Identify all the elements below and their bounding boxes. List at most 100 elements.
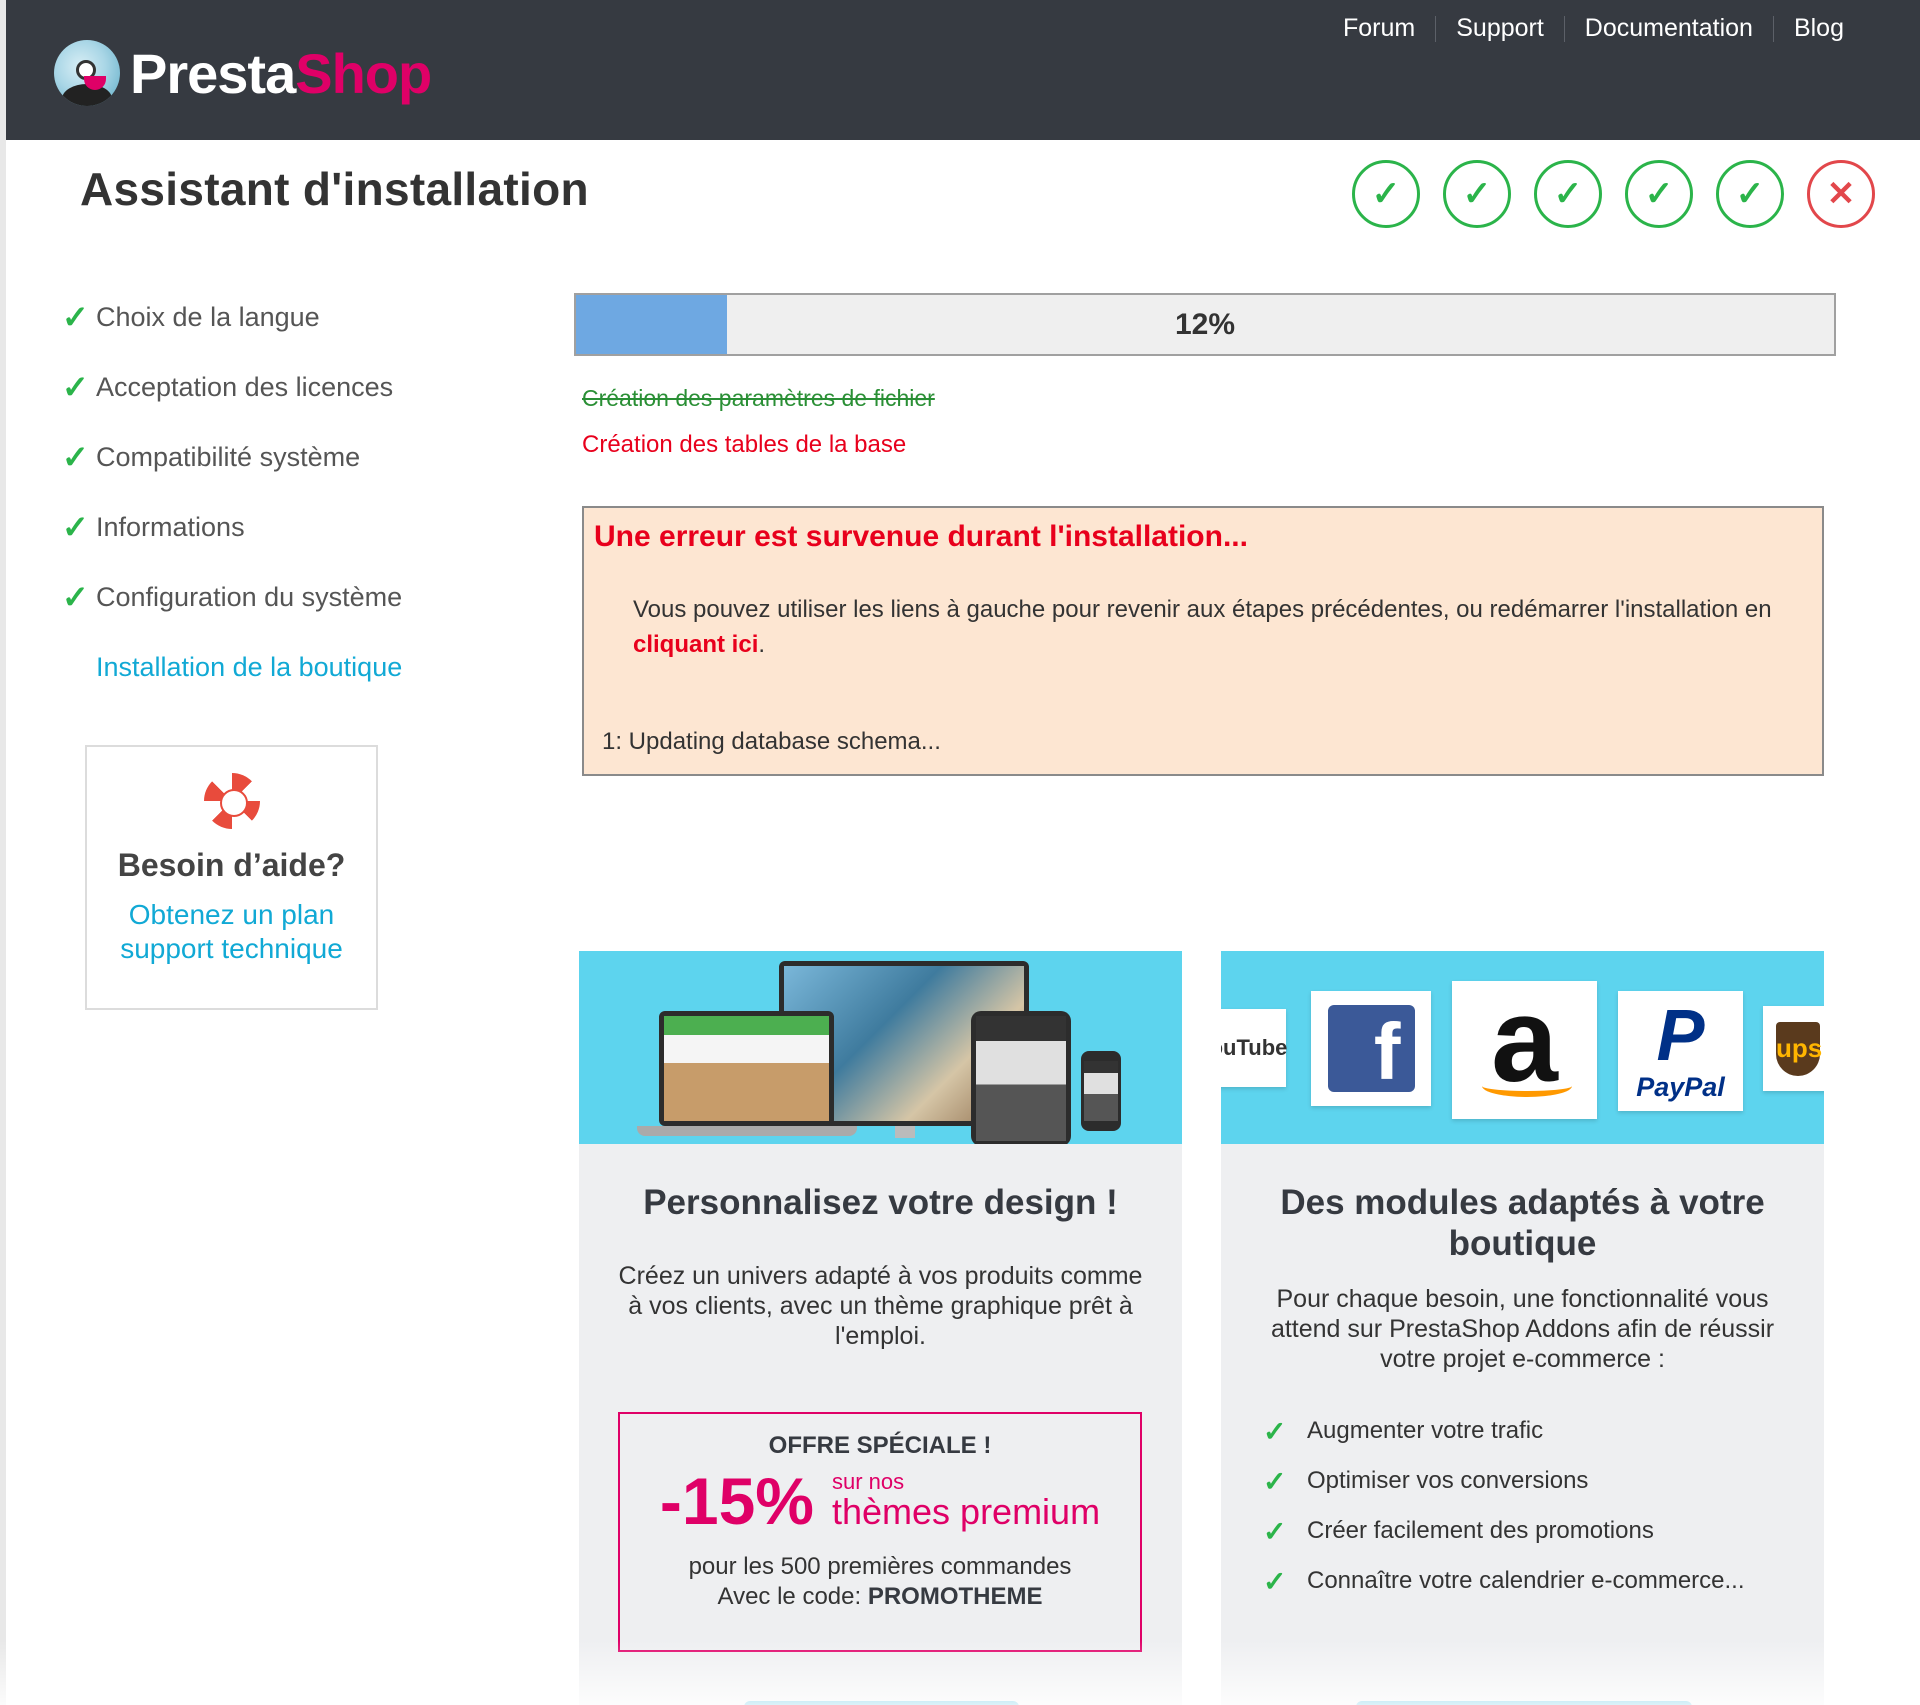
logo-text-shop: Shop [295, 41, 432, 105]
check-icon: ✓ [1263, 1515, 1287, 1547]
list-item: ✓ Optimiser vos conversions [1263, 1456, 1745, 1506]
feature-label: Optimiser vos conversions [1307, 1467, 1589, 1494]
step-2-check-icon: ✓ [1443, 160, 1511, 228]
step-indicator: ✓ ✓ ✓ ✓ ✓ ✕ [1352, 160, 1875, 228]
sidebar-item-compatibilite[interactable]: ✓ Compatibilité système [62, 422, 462, 492]
feature-label: Connaître votre calendrier e-commerce... [1307, 1567, 1745, 1594]
amazon-smile [1482, 1075, 1572, 1097]
error-title: Une erreur est survenue durant l'install… [594, 520, 1248, 553]
ups-logo-icon: ups [1763, 1006, 1824, 1091]
offer-percent: -15% [659, 1464, 814, 1538]
feature-label: Créer facilement des promotions [1307, 1517, 1654, 1544]
sidebar-item-informations[interactable]: ✓ Informations [62, 492, 462, 562]
check-icon: ✓ [62, 299, 89, 335]
sidebar-item-label: Informations [96, 511, 245, 542]
list-item: ✓ Connaître votre calendrier e-commerce..… [1263, 1556, 1745, 1606]
error-message: Vous pouvez utiliser les liens à gauche … [633, 592, 1803, 662]
logo-text-presta: Presta [130, 41, 296, 105]
check-icon: ✓ [1263, 1565, 1287, 1597]
nav-documentation[interactable]: Documentation [1565, 14, 1773, 43]
promo-card-design: Personnalisez votre design ! Créez un un… [579, 951, 1182, 1705]
bottom-fade [0, 1640, 1920, 1705]
error-message-text: Vous pouvez utiliser les liens à gauche … [633, 596, 1772, 623]
nav-support[interactable]: Support [1436, 14, 1564, 43]
logo-wordmark: PrestaShop [130, 41, 432, 106]
offer-code-label: Avec le code: [717, 1583, 868, 1610]
offer-side-text: sur nos thèmes premium [832, 1471, 1100, 1531]
offer-line1: pour les 500 premières commandes [688, 1553, 1072, 1580]
sidebar-item-configuration[interactable]: ✓ Configuration du système [62, 562, 462, 632]
phone-icon [1081, 1051, 1121, 1131]
window-edge [0, 0, 6, 1705]
error-message-end: . [758, 631, 766, 658]
feature-list: ✓ Augmenter votre trafic ✓ Optimiser vos c… [1263, 1406, 1745, 1606]
paypal-text: PayPal [1636, 1071, 1725, 1102]
laptop-base [637, 1126, 857, 1136]
ups-text: ups [1776, 1021, 1822, 1076]
sidebar-item-langue[interactable]: ✓ Choix de la langue [62, 282, 462, 352]
modules-text: Pour chaque besoin, une fonctionnalité v… [1270, 1285, 1775, 1373]
sidebar-item-label: Compatibilité système [96, 441, 361, 472]
nav-blog[interactable]: Blog [1774, 14, 1864, 43]
promo-card-modules: ouTube f a P PayPal ups Des modules adap… [1221, 951, 1824, 1705]
check-icon: ✓ [62, 369, 89, 405]
step-1-check-icon: ✓ [1352, 160, 1420, 228]
top-navigation: Forum Support Documentation Blog [1323, 14, 1864, 43]
step-5-check-icon: ✓ [1716, 160, 1784, 228]
facebook-logo-icon: f [1311, 991, 1431, 1106]
step-6-error-x-icon: ✕ [1807, 160, 1875, 228]
prestashop-logo[interactable]: PrestaShop [54, 40, 432, 106]
completed-step-text: Création des paramètres de fichier [582, 385, 935, 411]
laptop-icon [659, 1011, 834, 1126]
sidebar-item-label: Acceptation des licences [96, 371, 394, 402]
nav-forum[interactable]: Forum [1323, 14, 1435, 43]
check-icon: ✓ [62, 509, 89, 545]
offer-small-text: sur nos [831, 1469, 905, 1494]
help-box: Besoin d’aide? Obtenez un plan support t… [85, 745, 378, 1010]
progress-bar: 12% [574, 293, 1836, 356]
top-header: PrestaShop Forum Support Documentation B… [6, 0, 1920, 140]
monitor-stand [895, 1126, 915, 1138]
check-icon: ✓ [1263, 1415, 1287, 1447]
puffin-logo-icon [54, 40, 120, 106]
sidebar-steps: ✓ Choix de la langue ✓ Acceptation des l… [62, 282, 462, 702]
youtube-text: ouTube [1221, 1035, 1288, 1060]
check-icon: ✓ [62, 579, 89, 615]
error-box: Une erreur est survenue durant l'install… [582, 506, 1824, 776]
feature-label: Augmenter votre trafic [1307, 1417, 1544, 1444]
amazon-logo-icon: a [1452, 980, 1597, 1119]
lifebuoy-icon [203, 773, 260, 829]
paypal-logo-icon: P PayPal [1618, 991, 1743, 1111]
page-title: Assistant d'installation [80, 163, 589, 215]
restart-install-link[interactable]: cliquant ici [633, 631, 758, 658]
offer-discount: -15% sur nos thèmes premium [620, 1468, 1140, 1534]
help-title: Besoin d’aide? [117, 847, 346, 883]
support-link-line1[interactable]: Obtenez un plan [87, 898, 376, 932]
sidebar-item-label: Installation de la boutique [96, 651, 403, 682]
design-text: Créez un univers adapté à vos produits c… [618, 1262, 1143, 1350]
special-offer-box: OFFRE SPÉCIALE ! -15% sur nos thèmes pre… [618, 1412, 1142, 1652]
brand-logos-illustration: ouTube f a P PayPal ups [1221, 951, 1824, 1144]
support-plan-link[interactable]: Obtenez un plan support technique [87, 898, 376, 966]
check-icon: ✓ [62, 439, 89, 475]
step-4-check-icon: ✓ [1625, 160, 1693, 228]
offer-conditions: pour les 500 premières commandes Avec le… [620, 1552, 1140, 1612]
offer-heading: OFFRE SPÉCIALE ! [768, 1432, 992, 1459]
step-3-check-icon: ✓ [1534, 160, 1602, 228]
offer-code-line: Avec le code: PROMOTHEME [620, 1582, 1140, 1612]
list-item: ✓ Créer facilement des promotions [1263, 1506, 1745, 1556]
failed-step-text: Création des tables de la base [582, 431, 907, 458]
design-title: Personnalisez votre design ! [643, 1183, 1118, 1222]
paypal-p: P [1656, 995, 1705, 1076]
modules-title: Des modules adaptés à votre boutique [1280, 1183, 1765, 1263]
progress-percent: 12% [1174, 307, 1236, 341]
facebook-f: f [1327, 1005, 1415, 1092]
check-icon: ✓ [1263, 1465, 1287, 1497]
tablet-icon [971, 1011, 1071, 1144]
list-item: ✓ Augmenter votre trafic [1263, 1406, 1745, 1456]
error-detail: 1: Updating database schema... [602, 728, 941, 755]
sidebar-item-licences[interactable]: ✓ Acceptation des licences [62, 352, 462, 422]
support-link-line2[interactable]: support technique [87, 932, 376, 966]
promo-code: PROMOTHEME [867, 1583, 1043, 1610]
youtube-logo-icon: ouTube [1221, 1009, 1288, 1087]
